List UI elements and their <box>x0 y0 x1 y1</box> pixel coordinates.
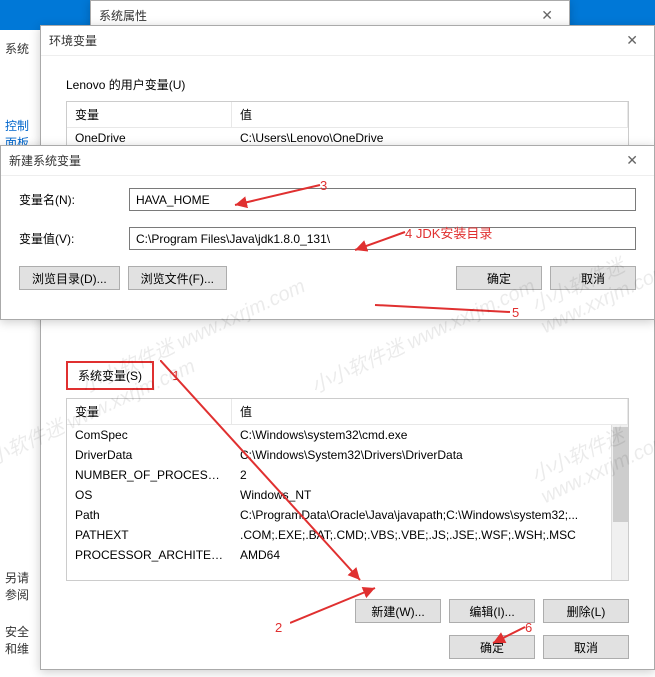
close-icon[interactable]: ✕ <box>618 32 646 49</box>
edit-button[interactable]: 编辑(I)... <box>449 599 535 623</box>
sidebar-security: 安全和维 <box>5 623 40 657</box>
new-title: 新建系统变量 <box>9 152 81 169</box>
var-value-label: 变量值(V): <box>19 230 129 247</box>
var-value-input[interactable] <box>129 227 636 250</box>
table-row[interactable]: PROCESSOR_ARCHITECT...AMD64 <box>67 545 628 565</box>
annotation-1: 1 <box>172 368 179 383</box>
env-dialog: 环境变量 ✕ Lenovo 的用户变量(U) 变量 值 OneDrive C:\… <box>40 25 655 670</box>
sidebar-system: 系统 <box>5 40 35 57</box>
delete-button[interactable]: 删除(L) <box>543 599 629 623</box>
table-row[interactable]: PATHEXT.COM;.EXE;.BAT;.CMD;.VBS;.VBE;.JS… <box>67 525 628 545</box>
new-button[interactable]: 新建(W)... <box>355 599 441 623</box>
scroll-thumb[interactable] <box>613 427 628 522</box>
scrollbar[interactable] <box>611 425 628 580</box>
table-row[interactable]: ComSpecC:\Windows\system32\cmd.exe <box>67 425 628 445</box>
browse-file-button[interactable]: 浏览文件(F)... <box>128 266 227 290</box>
header-var[interactable]: 变量 <box>67 399 232 424</box>
new-var-dialog: 新建系统变量 ✕ 变量名(N): 变量值(V): 浏览目录(D)... 浏览文件… <box>0 145 655 320</box>
ok-button[interactable]: 确定 <box>456 266 542 290</box>
sidebar-see-also: 另请参阅 <box>5 569 40 603</box>
table-row[interactable]: OSWindows_NT <box>67 485 628 505</box>
table-row[interactable]: PathC:\ProgramData\Oracle\Java\javapath;… <box>67 505 628 525</box>
cancel-button[interactable]: 取消 <box>550 266 636 290</box>
env-title: 环境变量 <box>49 32 97 49</box>
table-row[interactable]: DriverDataC:\Windows\System32\Drivers\Dr… <box>67 445 628 465</box>
system-vars-label: 系统变量(S) <box>66 361 154 390</box>
cancel-button[interactable]: 取消 <box>543 635 629 659</box>
var-name-label: 变量名(N): <box>19 191 129 208</box>
user-vars-label: Lenovo 的用户变量(U) <box>66 76 629 93</box>
close-icon[interactable]: ✕ <box>533 7 561 24</box>
header-var[interactable]: 变量 <box>67 102 232 127</box>
sidebar: 系统 控制面板 另请参阅 安全和维 <box>0 30 40 677</box>
ok-button[interactable]: 确定 <box>449 635 535 659</box>
close-icon[interactable]: ✕ <box>618 152 646 169</box>
browse-dir-button[interactable]: 浏览目录(D)... <box>19 266 120 290</box>
var-name-input[interactable] <box>129 188 636 211</box>
header-val[interactable]: 值 <box>232 399 628 424</box>
header-val[interactable]: 值 <box>232 102 628 127</box>
system-vars-table: 变量 值 ComSpecC:\Windows\system32\cmd.exeD… <box>66 398 629 581</box>
table-row[interactable]: NUMBER_OF_PROCESSORS2 <box>67 465 628 485</box>
sys-title: 系统属性 <box>99 7 147 24</box>
